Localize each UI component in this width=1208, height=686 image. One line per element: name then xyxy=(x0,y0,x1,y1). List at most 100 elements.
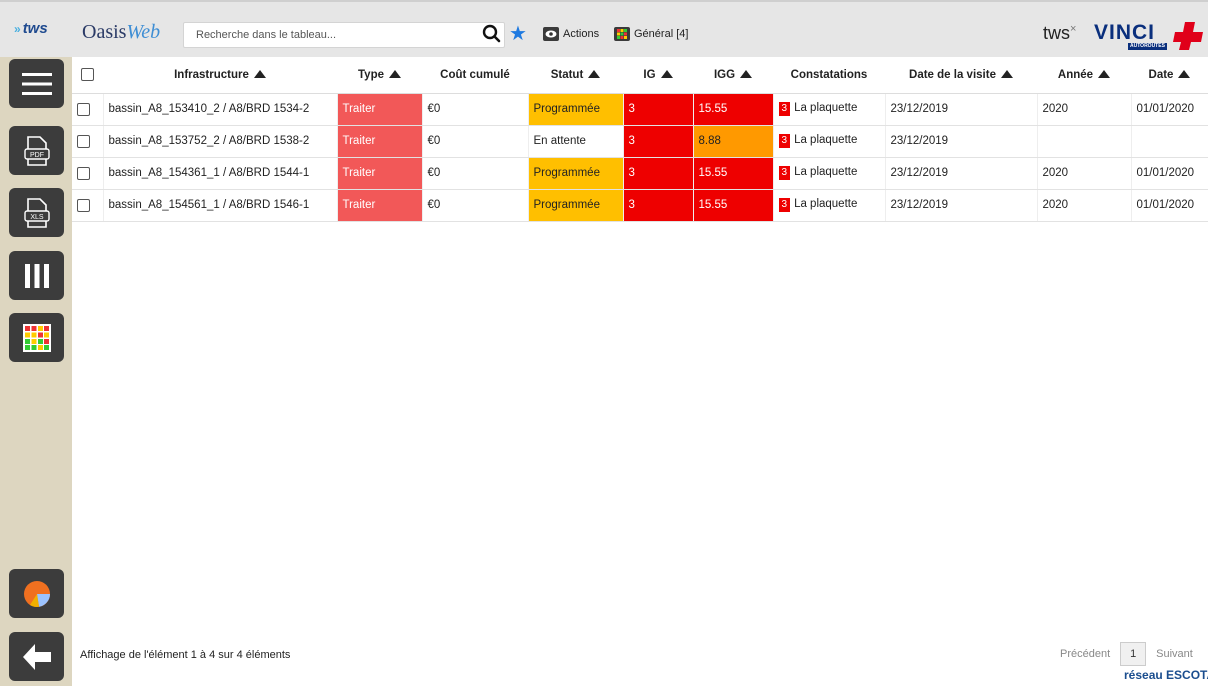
actions-button[interactable]: Actions xyxy=(543,24,599,44)
constatation-count-badge: 3 xyxy=(778,134,791,148)
cell-infrastructure: bassin_A8_154561_1 / A8/BRD 1546-1 xyxy=(103,189,338,222)
row-checkbox[interactable] xyxy=(77,102,90,116)
back-arrow-icon xyxy=(22,643,51,670)
svg-text:XLS: XLS xyxy=(30,214,44,221)
cell-infrastructure: bassin_A8_153752_2 / A8/BRD 1538-2 xyxy=(103,125,338,158)
table-info-text: Affichage de l'élément 1 à 4 sur 4 éléme… xyxy=(80,649,291,661)
cell-constatations[interactable]: 3 La plaquette xyxy=(773,157,886,190)
cell-statut: En attente xyxy=(528,125,624,158)
select-all-checkbox[interactable] xyxy=(81,68,94,82)
svg-text:PDF: PDF xyxy=(30,152,44,159)
cell-igg: 8.88 xyxy=(693,125,774,158)
grid-view-icon xyxy=(614,27,630,41)
col-annee[interactable]: Année xyxy=(1037,57,1131,94)
pdf-export-icon: PDF xyxy=(23,135,50,166)
cell-igg: 15.55 xyxy=(693,189,774,222)
constatation-count-badge: 3 xyxy=(778,198,791,212)
network-label: réseau ESCOTA xyxy=(1124,668,1208,682)
cell-statut: Programmée xyxy=(528,157,624,190)
previous-page-button[interactable]: Précédent xyxy=(1060,648,1110,660)
color-grid-button[interactable] xyxy=(9,313,64,362)
constatation-count-badge: 3 xyxy=(778,166,791,180)
cell-infrastructure: bassin_A8_154361_1 / A8/BRD 1544-1 xyxy=(103,157,338,190)
table-header-row: Infrastructure Type Coût cumulé Statut I… xyxy=(72,57,1208,94)
cell-constatations[interactable]: 3 La plaquette xyxy=(773,189,886,222)
sort-asc-icon xyxy=(588,69,601,78)
cell-date xyxy=(1131,125,1208,158)
general-label: Général [4] xyxy=(634,28,689,40)
row-select xyxy=(72,157,104,190)
next-page-button[interactable]: Suivant xyxy=(1156,648,1193,660)
general-view-button[interactable]: Général [4] xyxy=(614,24,688,44)
col-date[interactable]: Date xyxy=(1131,57,1208,94)
col-statut[interactable]: Statut xyxy=(528,57,623,94)
cell-date: 01/01/2020 xyxy=(1131,189,1208,222)
row-select xyxy=(72,93,104,126)
table-row[interactable]: bassin_A8_154561_1 / A8/BRD 1546-1 Trait… xyxy=(72,189,1208,222)
row-checkbox[interactable] xyxy=(77,198,90,212)
cell-constatations[interactable]: 3 La plaquette xyxy=(773,93,886,126)
cell-ig: 3 xyxy=(623,93,694,126)
menu-button[interactable] xyxy=(9,59,64,108)
col-cout-cumule[interactable]: Coût cumulé xyxy=(422,57,528,94)
sort-asc-icon xyxy=(1000,69,1013,78)
oasisweb-logo: OasisWeb xyxy=(82,21,161,43)
sidebar: PDF XLS xyxy=(0,57,72,686)
search-icon[interactable] xyxy=(482,22,502,46)
cell-date-visite: 23/12/2019 xyxy=(885,157,1038,190)
cell-type: Traiter xyxy=(337,189,423,222)
search-input[interactable] xyxy=(183,22,505,48)
cell-ig: 3 xyxy=(623,125,694,158)
cell-cout: €0 xyxy=(422,189,529,222)
col-type[interactable]: Type xyxy=(337,57,422,94)
row-select xyxy=(72,189,104,222)
row-checkbox[interactable] xyxy=(77,134,90,148)
eye-icon xyxy=(543,27,559,41)
data-table: Infrastructure Type Coût cumulé Statut I… xyxy=(72,57,1208,222)
cell-date: 01/01/2020 xyxy=(1131,93,1208,126)
cell-annee: 2020 xyxy=(1037,157,1132,190)
cell-date-visite: 23/12/2019 xyxy=(885,125,1038,158)
table-row[interactable]: bassin_A8_153752_2 / A8/BRD 1538-2 Trait… xyxy=(72,125,1208,158)
constatation-label: La plaquette xyxy=(794,102,858,114)
cell-date: 01/01/2020 xyxy=(1131,157,1208,190)
chart-button[interactable] xyxy=(9,569,64,618)
autoroutes-label: AUTOROUTES xyxy=(1128,43,1167,50)
columns-button[interactable] xyxy=(9,251,64,300)
cell-constatations[interactable]: 3 La plaquette xyxy=(773,125,886,158)
xls-export-icon: XLS xyxy=(23,197,50,228)
constatation-label: La plaquette xyxy=(794,198,858,210)
columns-icon xyxy=(24,263,49,288)
col-ig[interactable]: IG xyxy=(623,57,693,94)
table-row[interactable]: bassin_A8_154361_1 / A8/BRD 1544-1 Trait… xyxy=(72,157,1208,190)
sort-asc-icon xyxy=(253,69,266,78)
cell-igg: 15.55 xyxy=(693,93,774,126)
export-xls-button[interactable]: XLS xyxy=(9,188,64,237)
constatation-label: La plaquette xyxy=(794,134,858,146)
cell-annee xyxy=(1037,125,1132,158)
table-row[interactable]: bassin_A8_153410_2 / A8/BRD 1534-2 Trait… xyxy=(72,93,1208,126)
col-infrastructure[interactable]: Infrastructure xyxy=(103,57,337,94)
col-constatations[interactable]: Constatations xyxy=(773,57,885,94)
row-checkbox[interactable] xyxy=(77,166,90,180)
cell-statut: Programmée xyxy=(528,93,624,126)
back-button[interactable] xyxy=(9,632,64,681)
favorite-star-icon[interactable]: ★ xyxy=(509,22,527,46)
cell-annee: 2020 xyxy=(1037,189,1132,222)
page-1-button[interactable]: 1 xyxy=(1120,642,1147,666)
col-date-visite[interactable]: Date de la visite xyxy=(885,57,1037,94)
row-select xyxy=(72,125,104,158)
export-pdf-button[interactable]: PDF xyxy=(9,126,64,175)
cell-infrastructure: bassin_A8_153410_2 / A8/BRD 1534-2 xyxy=(103,93,338,126)
sort-asc-icon xyxy=(1098,69,1111,78)
cell-type: Traiter xyxy=(337,157,423,190)
tws-brand: tws× xyxy=(1043,23,1077,43)
cell-statut: Programmée xyxy=(528,189,624,222)
tws-logo: » tws xyxy=(14,20,48,37)
cell-cout: €0 xyxy=(422,93,529,126)
constatation-count-badge: 3 xyxy=(778,102,791,116)
col-igg[interactable]: IGG xyxy=(693,57,773,94)
cell-igg: 15.55 xyxy=(693,157,774,190)
cell-ig: 3 xyxy=(623,157,694,190)
actions-label: Actions xyxy=(563,28,600,40)
